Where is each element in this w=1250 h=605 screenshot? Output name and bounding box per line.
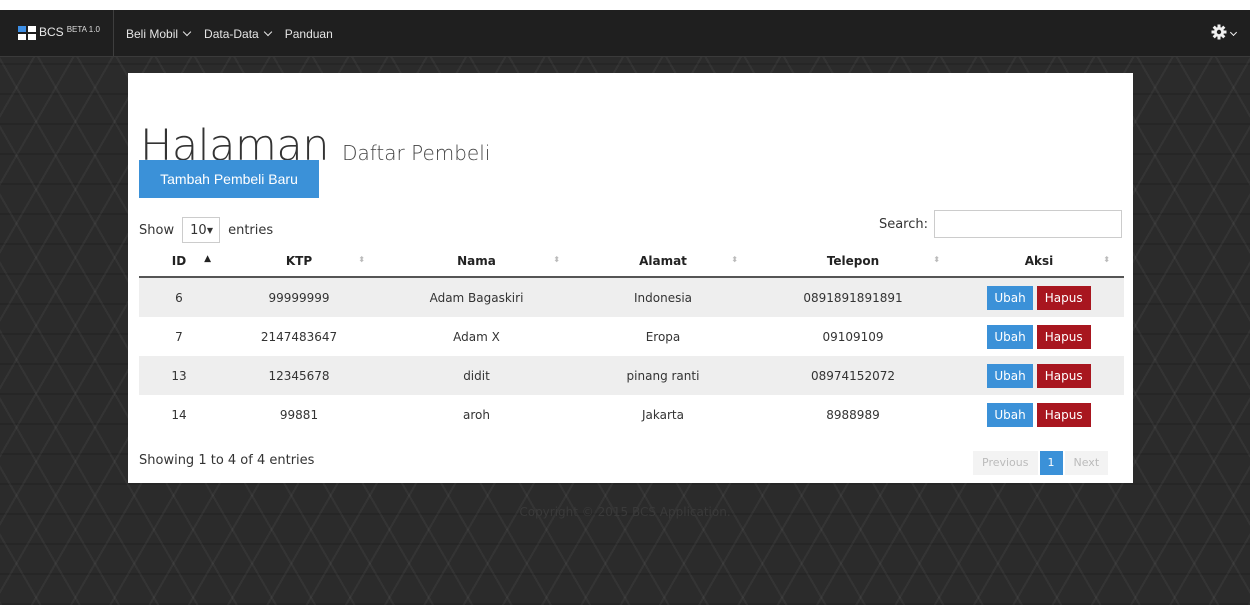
entries-length-control: Show 10 ▼ entries: [139, 217, 273, 243]
search-input[interactable]: [934, 210, 1122, 238]
next-page-button[interactable]: Next: [1064, 451, 1109, 475]
grid-logo-icon: [18, 26, 36, 40]
cell-ktp: 2147483647: [219, 317, 379, 356]
delete-button[interactable]: Hapus: [1036, 402, 1091, 427]
gear-icon: [1211, 24, 1227, 45]
cell-nama: aroh: [379, 395, 574, 434]
nav-item-beli-mobil[interactable]: Beli Mobil: [126, 27, 192, 41]
entries-label: entries: [228, 222, 274, 238]
table-row: 6 99999999 Adam Bagaskiri Indonesia 0891…: [139, 277, 1124, 317]
add-buyer-button[interactable]: Tambah Pembeli Baru: [139, 160, 319, 198]
cell-alamat: Jakarta: [574, 395, 752, 434]
table-header-row: ID ▲ KTP ⬍ Nama ⬍ Alamat ⬍ Telepon ⬍ Aksi ⬍: [139, 245, 1124, 278]
delete-button[interactable]: Hapus: [1036, 324, 1091, 349]
cell-alamat: pinang ranti: [574, 356, 752, 395]
cell-telepon: 08974152072: [752, 356, 954, 395]
sort-icon: ⬍: [731, 255, 738, 264]
cell-id: 6: [139, 277, 219, 317]
column-header-nama[interactable]: Nama ⬍: [379, 245, 574, 278]
buyers-table: ID ▲ KTP ⬍ Nama ⬍ Alamat ⬍ Telepon ⬍ Aksi ⬍ 6 …: [139, 245, 1124, 434]
edit-button[interactable]: Ubah: [987, 402, 1033, 427]
cell-alamat: Eropa: [574, 317, 752, 356]
top-strip: [0, 0, 1250, 10]
cell-id: 14: [139, 395, 219, 434]
delete-button[interactable]: Hapus: [1036, 285, 1091, 310]
sort-icon: ⬍: [553, 255, 560, 264]
sort-icon: ⬍: [1103, 255, 1110, 264]
cell-telepon: 09109109: [752, 317, 954, 356]
cell-aksi: Ubah Hapus: [954, 356, 1124, 395]
cell-id: 7: [139, 317, 219, 356]
column-header-ktp[interactable]: KTP ⬍: [219, 245, 379, 278]
nav-item-label: Data-Data: [204, 27, 259, 41]
column-header-telepon[interactable]: Telepon ⬍: [752, 245, 954, 278]
previous-page-button[interactable]: Previous: [973, 451, 1038, 475]
pagination: Previous 1 Next: [973, 451, 1109, 475]
delete-button[interactable]: Hapus: [1036, 363, 1091, 388]
nav-item-data-data[interactable]: Data-Data: [204, 27, 272, 41]
settings-menu[interactable]: [1211, 24, 1238, 45]
cell-nama: Adam X: [379, 317, 574, 356]
nav-item-panduan[interactable]: Panduan: [285, 27, 333, 41]
table-info: Showing 1 to 4 of 4 entries: [139, 453, 315, 468]
search-label: Search:: [878, 216, 928, 232]
chevron-down-icon: [1229, 28, 1238, 37]
chevron-down-icon: [263, 27, 272, 37]
brand[interactable]: BCS BETA 1.0: [18, 25, 100, 40]
cell-alamat: Indonesia: [574, 277, 752, 317]
chevron-down-icon: [182, 27, 192, 37]
cell-telepon: 0891891891891: [752, 277, 954, 317]
page-button-1[interactable]: 1: [1039, 451, 1063, 475]
brand-version: BETA 1.0: [66, 25, 100, 34]
cell-ktp: 12345678: [219, 356, 379, 395]
cell-ktp: 99881: [219, 395, 379, 434]
show-label: Show: [139, 222, 175, 238]
page-subtitle: Daftar Pembeli: [342, 141, 491, 165]
table-row: 14 99881 aroh Jakarta 8988989 Ubah Hapus: [139, 395, 1124, 434]
sort-ascending-icon: ▲: [204, 254, 211, 264]
cell-nama: didit: [379, 356, 574, 395]
column-header-id[interactable]: ID ▲: [139, 245, 219, 278]
column-header-alamat[interactable]: Alamat ⬍: [574, 245, 752, 278]
navbar: BCS BETA 1.0 Beli Mobil Data-Data Pandua…: [0, 10, 1250, 57]
content-panel: Halaman Daftar Pembeli Tambah Pembeli Ba…: [128, 73, 1133, 483]
edit-button[interactable]: Ubah: [987, 363, 1033, 388]
edit-button[interactable]: Ubah: [987, 324, 1033, 349]
dropdown-arrow-icon: ▼: [206, 225, 214, 235]
brand-name: BCS: [39, 25, 64, 39]
nav-divider: [113, 10, 114, 56]
table-row: 13 12345678 didit pinang ranti 089741520…: [139, 356, 1124, 395]
entries-select-value: 10: [190, 222, 207, 238]
cell-aksi: Ubah Hapus: [954, 277, 1124, 317]
column-header-aksi[interactable]: Aksi ⬍: [954, 245, 1124, 278]
entries-select[interactable]: 10 ▼: [182, 217, 221, 243]
sort-icon: ⬍: [358, 255, 365, 264]
search-control: Search:: [873, 210, 1122, 238]
cell-aksi: Ubah Hapus: [954, 317, 1124, 356]
cell-telepon: 8988989: [752, 395, 954, 434]
footer-copyright: Copyright © 2015 BCS Application.: [519, 505, 731, 519]
cell-id: 13: [139, 356, 219, 395]
cell-ktp: 99999999: [219, 277, 379, 317]
nav-menu: Beli Mobil Data-Data Panduan: [126, 27, 333, 41]
nav-item-label: Panduan: [284, 27, 333, 41]
table-row: 7 2147483647 Adam X Eropa 09109109 Ubah H…: [139, 317, 1124, 356]
sort-icon: ⬍: [933, 255, 940, 264]
cell-aksi: Ubah Hapus: [954, 395, 1124, 434]
cell-nama: Adam Bagaskiri: [379, 277, 574, 317]
nav-item-label: Beli Mobil: [126, 27, 179, 41]
edit-button[interactable]: Ubah: [987, 285, 1033, 310]
